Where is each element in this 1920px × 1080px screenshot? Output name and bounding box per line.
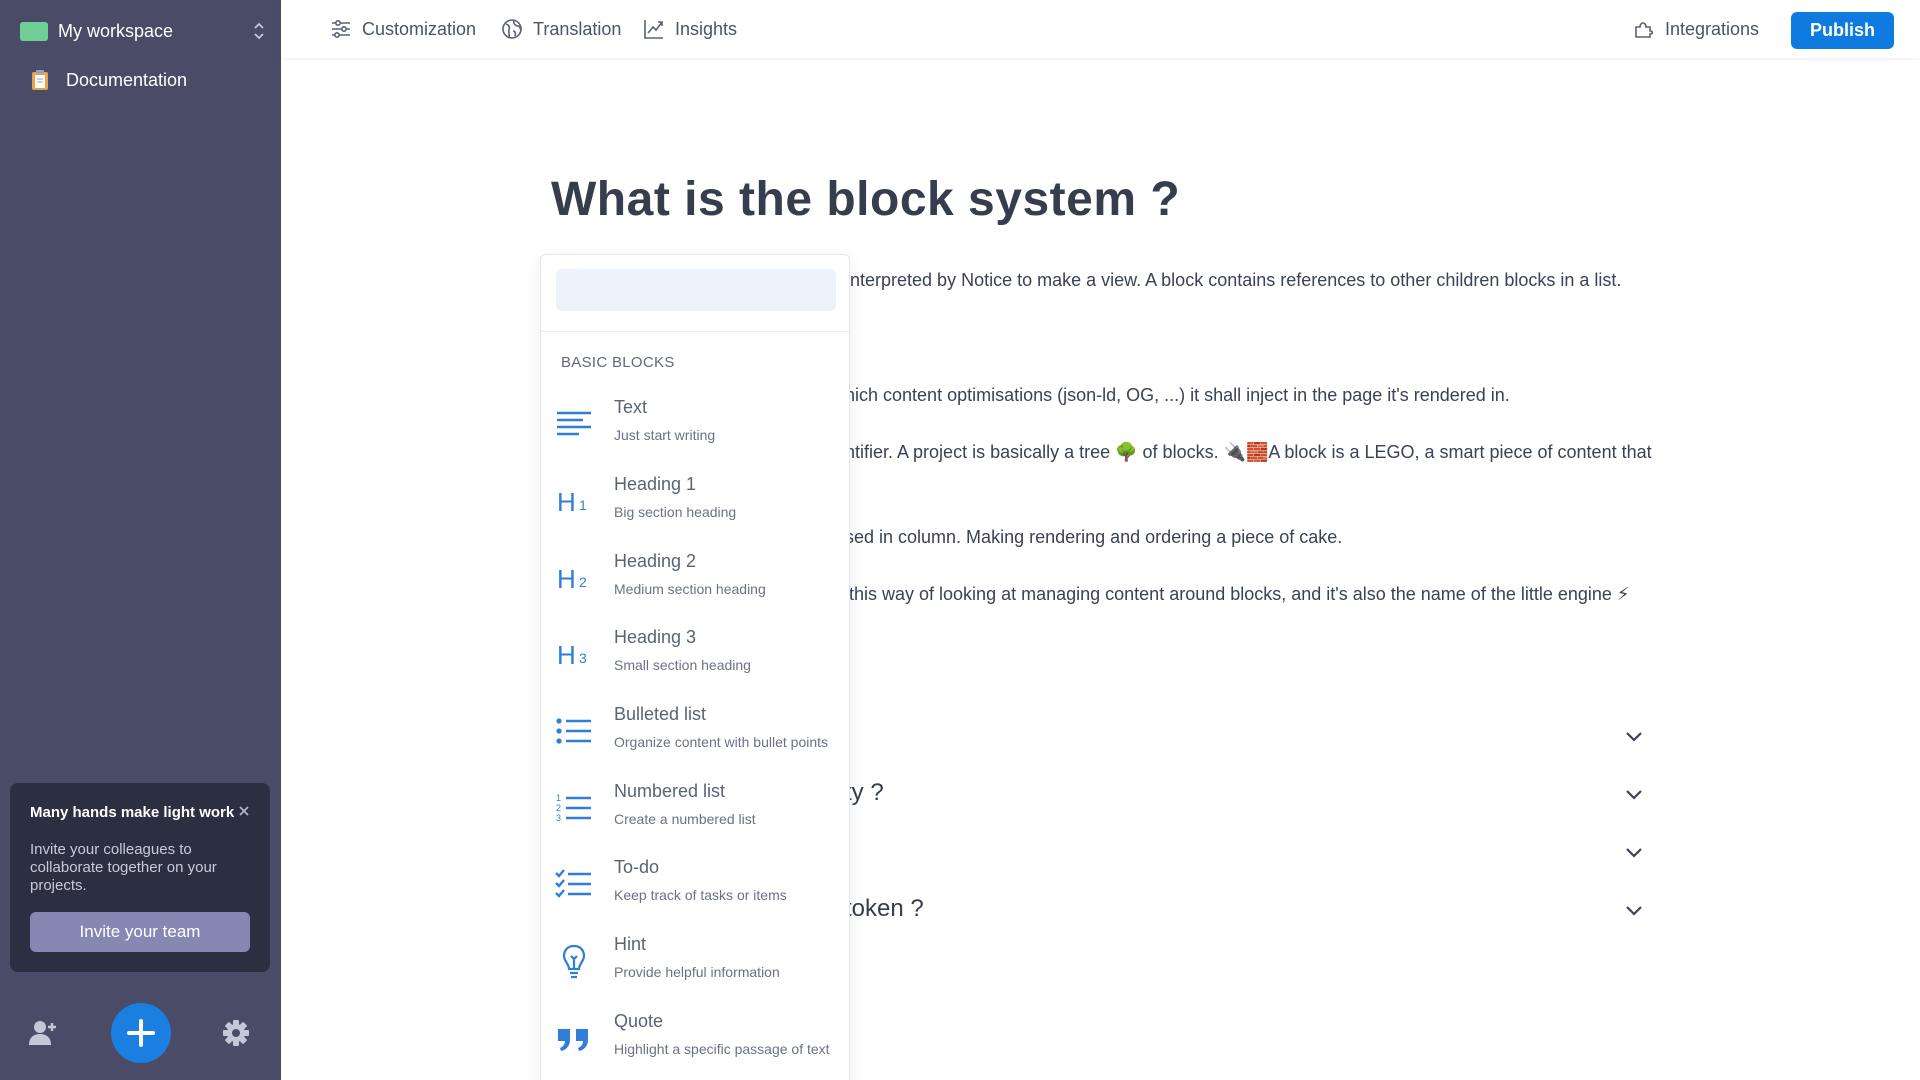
- svg-text:H: H: [557, 640, 576, 670]
- workspace-color-swatch: [20, 21, 48, 41]
- block-option-bulleted-list[interactable]: Bulleted list Organize content with bull…: [541, 702, 849, 774]
- section-label: BASIC BLOCKS: [561, 354, 675, 371]
- tab-label: Customization: [362, 18, 477, 39]
- block-description: Medium section heading: [614, 581, 766, 597]
- block-description: Keep track of tasks or items: [614, 887, 787, 903]
- tab-insights[interactable]: Insights: [643, 17, 737, 41]
- sliders-icon: [332, 19, 350, 39]
- faq-item[interactable]: [845, 715, 1645, 755]
- faq-item[interactable]: ty ?: [845, 773, 1645, 813]
- todo-icon: [555, 869, 591, 898]
- block-option-heading-2[interactable]: H 2 Heading 2 Medium section heading: [541, 549, 849, 621]
- invite-card-title: Many hands make light work: [30, 804, 235, 821]
- chevron-down-icon[interactable]: [1623, 783, 1645, 805]
- paragraph[interactable]: this way of looking at managing content …: [849, 584, 1630, 605]
- tab-label: Translation: [533, 18, 622, 39]
- lightbulb-icon: [562, 944, 586, 979]
- gear-icon[interactable]: [222, 1019, 250, 1047]
- block-title: Text: [614, 397, 648, 417]
- sidebar: My workspace Documentation Many hands ma…: [0, 0, 281, 1080]
- tab-customization[interactable]: Customization: [330, 17, 476, 41]
- chevron-down-icon[interactable]: [1623, 841, 1645, 863]
- tab-translation[interactable]: Translation: [501, 17, 621, 41]
- clipboard-icon: [32, 70, 48, 90]
- paragraph[interactable]: ntifier. A project is basically a tree 🌳…: [845, 442, 1652, 463]
- block-option-text[interactable]: Text Just start writing: [541, 395, 849, 467]
- svg-text:1: 1: [579, 497, 587, 513]
- heading-1-icon: H 1: [557, 487, 587, 517]
- block-search-input[interactable]: [556, 269, 836, 311]
- block-description: Provide helpful information: [614, 964, 780, 980]
- faq-question: ty ?: [845, 779, 884, 806]
- svg-text:3: 3: [579, 650, 587, 666]
- faq-item[interactable]: [845, 831, 1645, 871]
- svg-text:3: 3: [556, 813, 561, 823]
- svg-text:1: 1: [556, 793, 561, 803]
- block-option-heading-1[interactable]: H 1 Heading 1 Big section heading: [541, 472, 849, 544]
- paragraph[interactable]: hich content optimisations (json-ld, OG,…: [845, 385, 1510, 406]
- block-option-quote[interactable]: Quote Highlight a specific passage of te…: [541, 1009, 849, 1080]
- heading-2-icon: H 2: [557, 564, 587, 594]
- block-title: Bulleted list: [614, 704, 707, 724]
- block-title: Numbered list: [614, 781, 726, 801]
- workspace-switcher[interactable]: My workspace: [20, 16, 266, 46]
- bulleted-list-icon: [556, 718, 591, 744]
- sidebar-item-label: Documentation: [66, 69, 188, 90]
- block-description: Create a numbered list: [614, 811, 756, 827]
- invite-card-text: Invite your colleagues to collaborate to…: [30, 841, 217, 894]
- block-description: Big section heading: [614, 504, 737, 520]
- invite-card: Many hands make light work Invite your c…: [10, 783, 270, 972]
- paragraph[interactable]: nterpreted by Notice to make a view. A b…: [850, 270, 1621, 291]
- block-description: Organize content with bullet points: [614, 734, 829, 750]
- workspace-name: My workspace: [58, 20, 174, 41]
- block-option-todo[interactable]: To-do Keep track of tasks or items: [541, 855, 849, 927]
- chart-line-icon: [644, 20, 663, 39]
- divider: [541, 331, 849, 332]
- chevron-down-icon[interactable]: [1623, 725, 1645, 747]
- sidebar-item-documentation[interactable]: Documentation: [30, 66, 187, 94]
- svg-text:H: H: [557, 487, 576, 517]
- paragraph[interactable]: sed in column. Making rendering and orde…: [845, 527, 1342, 548]
- plus-icon: [127, 1019, 155, 1047]
- close-icon[interactable]: [236, 803, 252, 819]
- block-option-heading-3[interactable]: H 3 Heading 3 Small section heading: [541, 625, 849, 697]
- add-user-icon[interactable]: [28, 1018, 58, 1048]
- integrations-label: Integrations: [1665, 18, 1760, 39]
- puzzle-icon: [1635, 22, 1654, 38]
- chevron-down-icon[interactable]: [1623, 899, 1645, 921]
- svg-text:H: H: [557, 564, 576, 594]
- block-picker: BASIC BLOCKS Text Just start writing H 1…: [540, 254, 850, 1080]
- chevron-updown-icon: [254, 22, 264, 40]
- block-title: Hint: [614, 934, 647, 954]
- block-description: Just start writing: [614, 427, 716, 443]
- faq-item[interactable]: token ?: [845, 889, 1645, 929]
- block-option-numbered-list[interactable]: 123 Numbered list Create a numbered list: [541, 779, 849, 851]
- publish-button[interactable]: Publish: [1791, 12, 1894, 49]
- block-title: Heading 1: [614, 474, 697, 494]
- quote-icon: [558, 1029, 588, 1051]
- globe-icon: [502, 19, 522, 39]
- block-description: Small section heading: [614, 657, 751, 673]
- block-title: Heading 3: [614, 627, 697, 647]
- tab-label: Insights: [675, 18, 738, 39]
- faq-question: token ?: [845, 895, 924, 922]
- numbered-list-icon: 123: [556, 793, 591, 823]
- block-title: Quote: [614, 1011, 664, 1031]
- add-button[interactable]: [111, 1003, 171, 1063]
- invite-team-button[interactable]: Invite your team: [30, 912, 250, 952]
- heading-3-icon: H 3: [557, 640, 587, 670]
- integrations-button[interactable]: Integrations: [1633, 17, 1759, 41]
- svg-text:2: 2: [579, 574, 587, 590]
- block-title: Heading 2: [614, 551, 697, 571]
- page-title[interactable]: What is the block system ?: [551, 172, 1180, 227]
- block-option-hint[interactable]: Hint Provide helpful information: [541, 932, 849, 1004]
- block-description: Highlight a specific passage of text: [614, 1041, 830, 1057]
- svg-text:2: 2: [556, 803, 561, 813]
- text-icon: [557, 411, 591, 436]
- block-title: To-do: [614, 857, 660, 877]
- top-bar: Customization Translation Insights Integ…: [281, 0, 1920, 58]
